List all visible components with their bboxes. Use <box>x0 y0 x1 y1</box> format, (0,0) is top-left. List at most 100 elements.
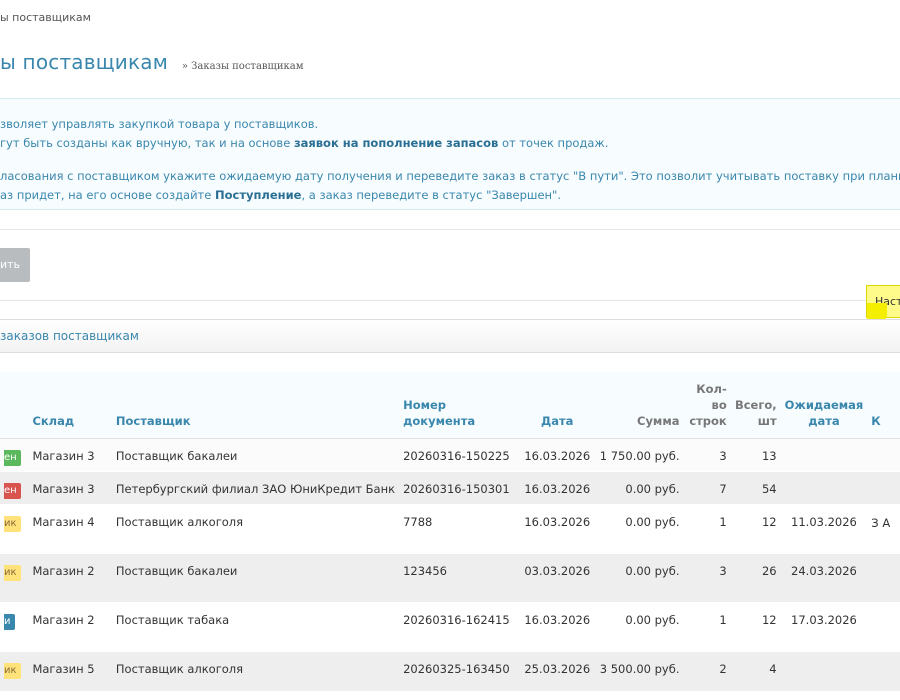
cell-lines: 7 <box>683 471 731 505</box>
cell-status: ик <box>0 504 29 554</box>
table-row[interactable]: ен Магазин 3 Петербургский филиал ЗАО ЮниК… <box>0 471 900 505</box>
cell-supplier: Поставщик бакалеи <box>111 438 400 472</box>
cell-date: 16.03.2026 <box>520 471 595 505</box>
cell-warehouse: Магазин 3 <box>28 471 112 505</box>
cell-lines: 1 <box>683 602 731 652</box>
cell-status: ен <box>0 438 29 472</box>
cell-sum: 0.00 руб. <box>594 504 684 554</box>
cell-total: 4 <box>730 651 781 692</box>
cell-supplier: Поставщик бакалеи <box>111 553 400 603</box>
breadcrumb[interactable]: ы поставщикам <box>0 11 91 24</box>
cell-sum: 0.00 руб. <box>594 553 684 603</box>
cell-date: 25.03.2026 <box>520 651 595 692</box>
cell-comment <box>867 602 900 652</box>
cell-supplier: Поставщик табака <box>111 602 400 652</box>
cell-sum: 3 500.00 руб. <box>594 651 684 692</box>
cell-status: ен <box>0 471 29 505</box>
col-warehouse[interactable]: Склад <box>28 372 112 439</box>
cell-lines: 1 <box>683 504 731 554</box>
cell-doc-number: 7788 <box>399 504 521 554</box>
cell-supplier: Поставщик алкоголя <box>111 651 400 692</box>
cell-total: 26 <box>730 553 781 603</box>
cell-total: 13 <box>730 438 781 472</box>
cell-doc-number: 20260316-150225 <box>399 438 521 472</box>
table-row[interactable]: ик Магазин 4 Поставщик алкоголя 7788 16.03.2… <box>0 504 900 554</box>
table-row[interactable]: ик Магазин 5 Поставщик алкоголя 20260325-16… <box>0 651 900 692</box>
orders-table: Склад Поставщик Номер документа Дата Сум… <box>0 372 900 692</box>
info-text: , а заказ переведите в статус "Завершен"… <box>301 188 561 202</box>
page-title: ы поставщикам <box>0 50 169 74</box>
cell-doc-number: 20260316-162415 <box>399 602 521 652</box>
table-row[interactable]: и Магазин 2 Поставщик табака 20260316-16241… <box>0 602 900 652</box>
col-status <box>0 372 29 439</box>
cell-sum: 1 750.00 руб. <box>594 438 684 472</box>
cell-status: ик <box>0 553 29 603</box>
info-box: зволяет управлять закупкой товара у пост… <box>0 98 900 210</box>
status-badge: ик <box>4 564 21 581</box>
orders-panel-title: заказов поставщикам <box>0 319 900 353</box>
page-subtitle: » Заказы поставщикам <box>181 61 304 72</box>
add-button[interactable]: ить <box>0 248 30 282</box>
col-doc-number[interactable]: Номер документа <box>399 372 521 439</box>
status-badge: ен <box>4 449 21 466</box>
cell-supplier: Поставщик алкоголя <box>111 504 400 554</box>
col-comment[interactable]: К <box>867 372 900 439</box>
cell-expected-date <box>780 438 868 472</box>
info-text: гут быть созданы как вручную, так и на о… <box>0 136 294 150</box>
cell-comment <box>867 651 900 692</box>
table-header-row: Склад Поставщик Номер документа Дата Сум… <box>0 372 900 439</box>
cell-status: ик <box>0 651 29 692</box>
col-expected-date[interactable]: Ожидаемая дата <box>780 372 868 439</box>
page-title-row: ы поставщикам » Заказы поставщикам <box>0 50 304 74</box>
requests-link[interactable]: заявок на пополнение запасов <box>294 136 498 150</box>
status-badge: ик <box>4 515 21 532</box>
cell-expected-date <box>780 651 868 692</box>
status-badge: ен <box>4 482 21 499</box>
receipt-link[interactable]: Поступление <box>215 188 301 202</box>
cell-sum: 0.00 руб. <box>594 471 684 505</box>
col-sum: Сумма <box>594 372 684 439</box>
col-total: Всего, шт <box>730 372 781 439</box>
cell-doc-number: 20260325-163450 <box>399 651 521 692</box>
cell-total: 12 <box>730 504 781 554</box>
cell-comment <box>867 438 900 472</box>
cell-doc-number: 123456 <box>399 553 521 603</box>
info-text: от точек продаж. <box>498 136 609 150</box>
cell-lines: 2 <box>683 651 731 692</box>
cell-status: и <box>0 602 29 652</box>
col-supplier[interactable]: Поставщик <box>111 372 400 439</box>
divider <box>0 300 900 301</box>
cell-warehouse: Магазин 2 <box>28 602 112 652</box>
cell-expected-date: 17.03.2026 <box>780 602 868 652</box>
info-line-1: зволяет управлять закупкой товара у пост… <box>0 117 319 131</box>
info-text: аз придет, на его основе создайте <box>0 188 215 202</box>
cell-expected-date <box>780 471 868 505</box>
cell-lines: 3 <box>683 438 731 472</box>
table-row[interactable]: ик Магазин 2 Поставщик бакалеи 123456 03.03.… <box>0 553 900 603</box>
cell-expected-date: 24.03.2026 <box>780 553 868 603</box>
cell-warehouse: Магазин 2 <box>28 553 112 603</box>
col-date[interactable]: Дата <box>520 372 595 439</box>
cell-sum: 0.00 руб. <box>594 602 684 652</box>
cell-expected-date: 11.03.2026 <box>780 504 868 554</box>
status-badge: ик <box>4 662 21 679</box>
status-badge: и <box>4 613 15 630</box>
cell-date: 16.03.2026 <box>520 438 595 472</box>
info-line-4: аз придет, на его основе создайте Поступ… <box>0 186 900 205</box>
cell-warehouse: Магазин 3 <box>28 438 112 472</box>
table-row[interactable]: ен Магазин 3 Поставщик бакалеи 20260316-150… <box>0 438 900 472</box>
cell-warehouse: Магазин 5 <box>28 651 112 692</box>
cell-date: 16.03.2026 <box>520 602 595 652</box>
cell-doc-number: 20260316-150301 <box>399 471 521 505</box>
cell-date: 03.03.2026 <box>520 553 595 603</box>
cell-supplier: Петербургский филиал ЗАО ЮниКредит Банк <box>111 471 400 505</box>
cell-total: 12 <box>730 602 781 652</box>
cell-comment <box>867 471 900 505</box>
cell-comment: З А <box>867 504 900 554</box>
cell-warehouse: Магазин 4 <box>28 504 112 554</box>
info-line-3: ласования с поставщиком укажите ожидаему… <box>0 169 900 183</box>
cell-date: 16.03.2026 <box>520 504 595 554</box>
cell-lines: 3 <box>683 553 731 603</box>
info-line-2: гут быть созданы как вручную, так и на о… <box>0 134 900 153</box>
col-lines: Кол-во строк <box>683 372 731 439</box>
